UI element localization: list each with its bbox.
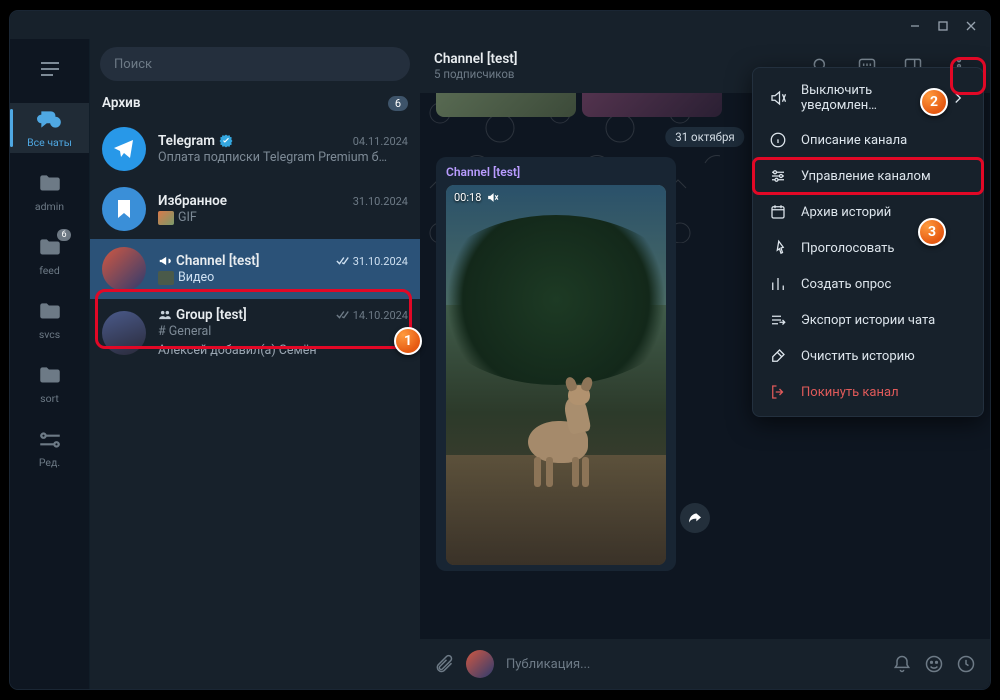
schedule-icon[interactable] [956,654,976,674]
composer-avatar[interactable] [466,650,494,678]
chat-date: 31.10.2024 [353,195,408,208]
chat-name: Group [test] [158,307,247,323]
menu-leave[interactable]: Покинуть канал [753,374,983,410]
chat-row-channel[interactable]: Channel [test] 31.10.2024 Видео [90,239,420,299]
prev-media[interactable] [436,93,722,117]
verified-icon [219,134,233,148]
rail-folder-sort[interactable]: sort [10,359,89,409]
menu-export[interactable]: Экспорт истории чата [753,302,983,338]
silent-icon[interactable] [892,654,912,674]
chat-row-telegram[interactable]: Telegram 04.11.2024 Оплата подписки Tele… [90,119,420,179]
rail-label: Все чаты [27,136,72,149]
thumb-icon [158,271,174,285]
annotation-marker-1: 1 [394,327,422,355]
chat-date: 31.10.2024 [336,255,408,268]
nav-rail: Все чаты admin 6 feed svcs sort Ред. [10,39,90,689]
rail-label: Ред. [39,456,60,469]
video-thumbnail[interactable]: 00:18 [446,185,666,565]
window-maximize-icon[interactable] [938,16,948,35]
video-duration: 00:18 [454,191,499,204]
mute-icon [486,191,499,204]
archive-label: Архив [102,95,141,111]
read-icon [336,256,350,266]
chat-title[interactable]: Channel [test] [434,51,518,67]
megaphone-icon [158,254,172,268]
composer: Публикация... [420,639,990,689]
thumb-icon [158,211,174,225]
menu-icon[interactable] [30,49,70,89]
chat-preview: # General Алексей добавил(а) Семён [158,324,408,358]
chat-main: Channel [test] 5 подписчиков 31 октября … [420,39,990,689]
chat-preview: Видео [158,270,408,285]
menu-description[interactable]: Описание канала [753,122,983,158]
menu-vote[interactable]: Проголосовать [753,230,983,266]
archive-row[interactable]: Архив 6 [90,87,420,119]
rail-folder-feed[interactable]: 6 feed [10,231,89,281]
message-from: Channel [test] [446,165,666,179]
chat-name: Channel [test] [158,253,260,269]
forward-icon[interactable] [680,503,710,533]
window-close-icon[interactable] [966,16,976,35]
chat-list: Поиск Архив 6 Telegram 04. [90,39,420,689]
chat-preview: GIF [158,210,408,225]
rail-label: feed [39,264,60,277]
rail-label: admin [35,200,64,213]
menu-mute[interactable]: Выключить уведомлен… [753,74,983,122]
rail-folder-svcs[interactable]: svcs [10,295,89,345]
chat-preview: Оплата подписки Telegram Premium б… [158,150,408,165]
rail-all-chats[interactable]: Все чаты [10,103,89,153]
message[interactable]: Channel [test] 00:18 [436,157,676,571]
emoji-icon[interactable] [924,654,944,674]
search-input[interactable]: Поиск [100,47,410,81]
rail-edit[interactable]: Ред. [10,423,89,473]
rail-label: sort [40,392,59,405]
rail-badge: 6 [57,229,71,241]
annotation-marker-2: 2 [920,88,948,116]
chat-row-group[interactable]: Group [test] 14.10.2024 # General Алексе… [90,299,420,366]
menu-manage[interactable]: Управление каналом [753,158,983,194]
chevron-right-icon [949,89,967,107]
avatar [102,311,146,355]
channel-menu: Выключить уведомлен… Описание канала Упр… [752,67,984,417]
composer-placeholder[interactable]: Публикация... [506,657,880,672]
menu-poll[interactable]: Создать опрос [753,266,983,302]
rail-label: svcs [39,328,60,341]
avatar [102,127,146,171]
rail-folder-admin[interactable]: admin [10,167,89,217]
group-icon [158,308,172,322]
date-bubble: 31 октября [665,127,744,147]
read-icon [336,310,350,320]
window-titlebar [10,11,990,39]
menu-clear[interactable]: Очистить историю [753,338,983,374]
avatar [102,187,146,231]
chat-date: 04.11.2024 [353,135,408,148]
attach-icon[interactable] [434,654,454,674]
window-minimize-icon[interactable] [910,16,920,35]
chat-row-saved[interactable]: Избранное 31.10.2024 GIF [90,179,420,239]
annotation-marker-3: 3 [918,218,946,246]
chat-name: Избранное [158,193,227,209]
menu-stories[interactable]: Архив историй [753,194,983,230]
chat-date: 14.10.2024 [336,309,408,322]
chat-name: Telegram [158,133,233,149]
avatar [102,247,146,291]
chat-subtitle: 5 подписчиков [434,67,518,81]
search-placeholder: Поиск [114,57,152,72]
archive-count: 6 [388,96,408,111]
